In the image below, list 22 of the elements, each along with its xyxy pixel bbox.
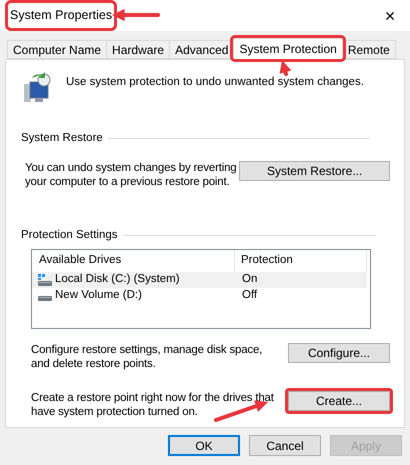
drive-row[interactable]: New Volume (D:) Off xyxy=(32,288,367,304)
create-description: Create a restore point right now for the drives that have system protection turned on. xyxy=(31,390,275,418)
tab[interactable]: System Protection xyxy=(233,38,343,59)
configure-button[interactable]: Configure... xyxy=(288,342,390,362)
intro-text: Use system protection to undo unwanted system changes. xyxy=(66,75,364,90)
group-heading: Protection Settings xyxy=(21,228,118,244)
configure-description: Configure restore settings, manage disk space, and delete restore points. xyxy=(31,342,264,370)
protection-status: Off xyxy=(241,288,258,303)
drive-name: New Volume (D:) xyxy=(55,288,143,303)
group-heading: System Restore xyxy=(21,131,103,146)
tab[interactable]: Computer Name xyxy=(7,40,108,59)
drive-row[interactable]: Local Disk (C:) (System) On xyxy=(32,272,367,288)
tab[interactable]: Hardware xyxy=(106,40,170,59)
close-button[interactable]: × xyxy=(378,6,402,24)
computer-restore-icon xyxy=(22,72,52,104)
system-restore-button[interactable]: System Restore... xyxy=(239,161,390,182)
dialog-button[interactable]: Cancel xyxy=(249,435,321,456)
dialog-button[interactable]: OK xyxy=(168,435,240,456)
protection-status: On xyxy=(241,272,258,287)
drive-name: Local Disk (C:) (System) xyxy=(55,272,181,287)
restore-description: You can undo system changes by reverting your computer to a previous restore point. xyxy=(25,161,238,190)
window-title: System Properties xyxy=(8,3,114,28)
